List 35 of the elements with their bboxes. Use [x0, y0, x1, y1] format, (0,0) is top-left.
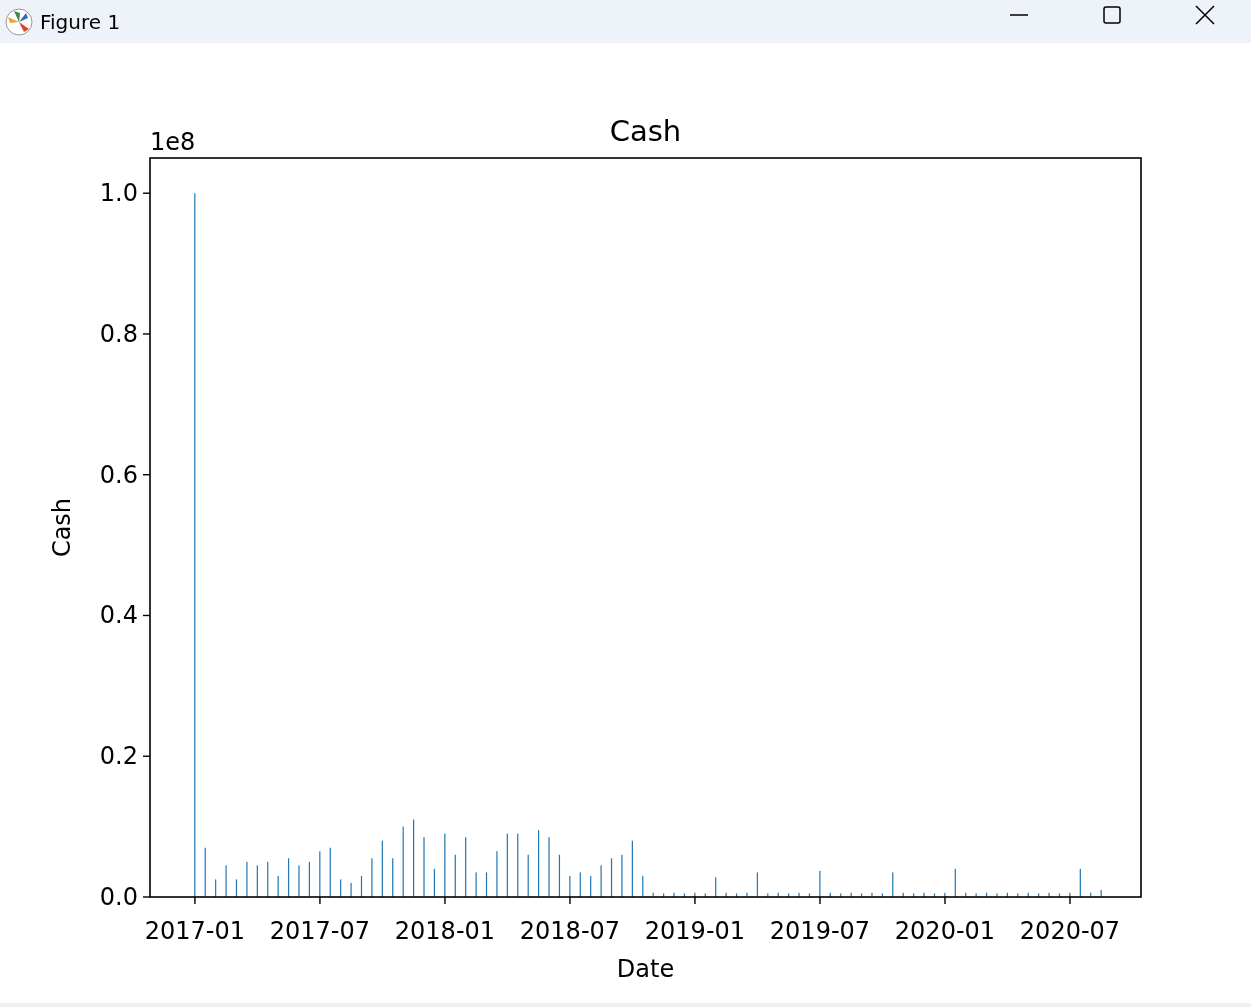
y-tick-label: 0.2 — [99, 742, 138, 771]
chart-title: Cash — [609, 114, 682, 148]
bar — [610, 858, 613, 897]
x-tick-label: 2017-07 — [269, 917, 371, 945]
close-icon — [1194, 4, 1215, 25]
bar — [235, 879, 238, 897]
bar — [933, 893, 936, 897]
bar — [683, 893, 686, 897]
x-tick-label: 2018-07 — [519, 917, 621, 945]
y-tick-label: 1.0 — [99, 179, 138, 208]
y-tick-label: 0.0 — [99, 883, 138, 911]
y-axis-label: Cash — [48, 497, 76, 558]
y-tick-label: 0.4 — [99, 601, 138, 630]
bar — [860, 893, 863, 897]
bar — [360, 875, 363, 897]
bar — [1058, 893, 1061, 897]
x-axis-label: Date — [616, 955, 675, 983]
minimize-icon — [1008, 14, 1029, 16]
x-tick-label: 2020-07 — [1019, 917, 1121, 945]
x-tick-label: 2020-01 — [894, 917, 996, 945]
window-title: Figure 1 — [40, 9, 121, 34]
app-icon — [4, 6, 34, 37]
bar — [558, 854, 561, 897]
bar — [808, 893, 811, 897]
offset-label: 1e8 — [150, 128, 196, 156]
y-tick-label: 0.8 — [99, 319, 138, 348]
maximize-icon — [1101, 4, 1122, 25]
x-tick-label: 2019-07 — [769, 917, 871, 945]
bar — [735, 893, 738, 897]
x-tick-label: 2017-01 — [144, 917, 246, 945]
x-tick-label: 2018-01 — [394, 917, 496, 945]
x-tick-label: 2019-01 — [644, 917, 746, 945]
bar — [485, 872, 488, 897]
bar — [985, 892, 988, 897]
y-tick-label: 0.6 — [99, 460, 138, 489]
